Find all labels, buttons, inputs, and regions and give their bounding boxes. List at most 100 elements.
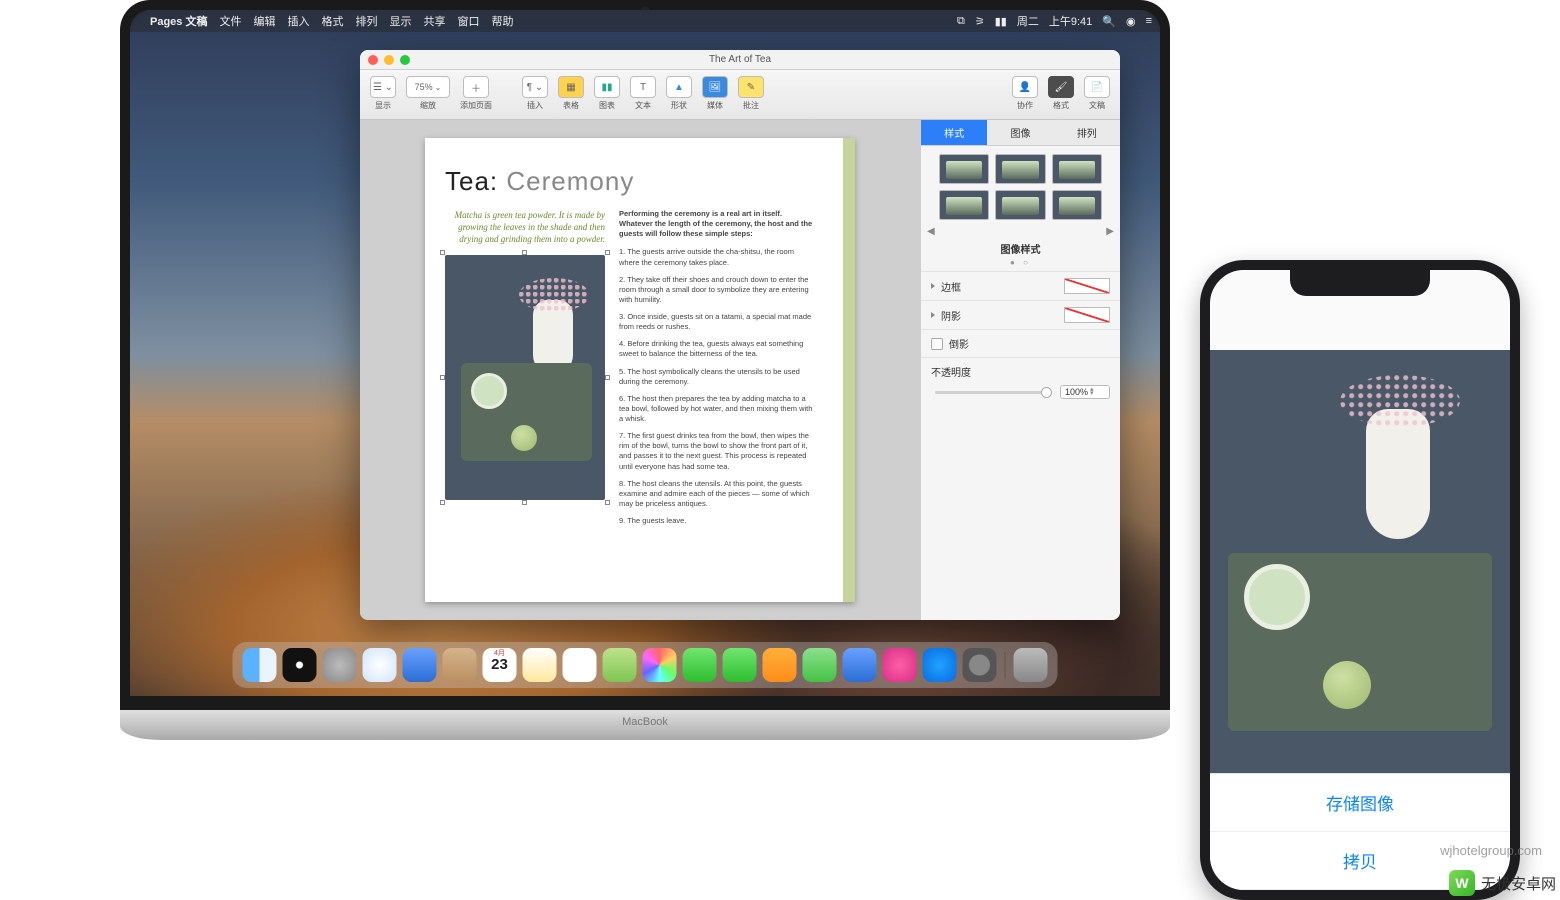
dock-separator: [1005, 652, 1006, 678]
iphone-frame: 存储图像 拷贝: [1200, 260, 1520, 900]
dock-safari-icon[interactable]: [363, 648, 397, 682]
dock-photos-icon[interactable]: [643, 648, 677, 682]
reflection-row[interactable]: 倒影: [921, 329, 1120, 357]
tray-shape: [1228, 553, 1492, 731]
dock-trash-icon[interactable]: [1014, 648, 1048, 682]
dock-calendar-icon[interactable]: 4月23: [483, 648, 517, 682]
dock-siri-icon[interactable]: [283, 648, 317, 682]
site-logo-icon: [1449, 870, 1475, 896]
document-canvas[interactable]: Tea: Ceremony Matcha is green tea powder…: [360, 120, 920, 620]
style-thumb[interactable]: [939, 190, 989, 220]
spotlight-icon[interactable]: 🔍: [1102, 15, 1116, 28]
dock-mail-icon[interactable]: [403, 648, 437, 682]
dock-itunes-icon[interactable]: [883, 648, 917, 682]
pages-window: The Art of Tea ☰ ⌄显示 75%缩放 ＋添加页面 ¶ ⌄插入 ▦…: [360, 50, 1120, 620]
notification-center-icon[interactable]: ≡: [1146, 15, 1152, 27]
shadow-swatch[interactable]: [1064, 307, 1110, 323]
action-save-image[interactable]: 存储图像: [1210, 774, 1510, 832]
zoom-button[interactable]: [400, 55, 410, 65]
menubar-app-name[interactable]: Pages 文稿: [150, 13, 207, 29]
dock-facetime-icon[interactable]: [723, 648, 757, 682]
reflection-checkbox[interactable]: [931, 338, 943, 350]
format-inspector: 样式 图像 排列 ◀▶ 图像样式 ● ○ 边框 阴影 倒影: [920, 120, 1120, 620]
dock-maps-icon[interactable]: [603, 648, 637, 682]
minimize-button[interactable]: [384, 55, 394, 65]
inspector-tab-style[interactable]: 样式: [921, 120, 987, 145]
disclosure-triangle-icon[interactable]: [931, 283, 935, 289]
window-titlebar[interactable]: The Art of Tea: [360, 50, 1120, 70]
menubar: Pages 文稿 文件 编辑 插入 格式 排列 显示 共享 窗口 帮助 ⧉ ⚞ …: [130, 10, 1160, 32]
opacity-slider[interactable]: [935, 391, 1052, 394]
dock-finder-icon[interactable]: [243, 648, 277, 682]
menubar-day[interactable]: 周二: [1017, 13, 1039, 29]
dock-contacts-icon[interactable]: [443, 648, 477, 682]
dock-messages-icon[interactable]: [683, 648, 717, 682]
airplay-icon[interactable]: ⧉: [957, 15, 965, 28]
dock-notes-icon[interactable]: [523, 648, 557, 682]
style-thumb[interactable]: [1052, 154, 1102, 184]
watermark-hotel: wjhotelgroup.com: [1440, 843, 1542, 858]
toolbar-insert[interactable]: ¶ ⌄插入: [520, 74, 550, 113]
toolbar-text[interactable]: T文本: [628, 74, 658, 113]
iphone-notch: [1290, 270, 1430, 296]
dock-keynote-icon[interactable]: [843, 648, 877, 682]
shadow-row[interactable]: 阴影: [921, 300, 1120, 329]
opacity-stepper[interactable]: 100%▴▾: [1060, 385, 1110, 399]
siri-icon[interactable]: ◉: [1126, 15, 1136, 28]
toolbar-collaborate[interactable]: 👤协作: [1010, 74, 1040, 113]
dock-pages-icon[interactable]: [763, 648, 797, 682]
toolbar-format[interactable]: 🖌格式: [1046, 74, 1076, 113]
toolbar-show[interactable]: ☰ ⌄显示: [368, 74, 398, 113]
menu-arrange[interactable]: 排列: [355, 13, 377, 29]
dock: 4月23: [233, 642, 1058, 688]
menu-edit[interactable]: 编辑: [253, 13, 275, 29]
battery-icon[interactable]: ▮▮: [995, 15, 1007, 28]
menu-format[interactable]: 格式: [321, 13, 343, 29]
style-thumb[interactable]: [1052, 190, 1102, 220]
menu-help[interactable]: 帮助: [491, 13, 513, 29]
dock-appstore-icon[interactable]: [923, 648, 957, 682]
vase-shape: [1366, 409, 1430, 539]
inspector-tab-arrange[interactable]: 排列: [1054, 120, 1120, 145]
style-thumb[interactable]: [939, 154, 989, 184]
toolbar-add-page[interactable]: ＋添加页面: [458, 74, 494, 113]
opacity-label: 不透明度: [931, 364, 971, 379]
toolbar-media[interactable]: 🖼媒体: [700, 74, 730, 113]
styles-prev-icon[interactable]: ◀: [927, 226, 935, 237]
toolbar: ☰ ⌄显示 75%缩放 ＋添加页面 ¶ ⌄插入 ▦表格 ▮▮图表 T文本 ▲形状…: [360, 70, 1120, 120]
toolbar-document[interactable]: 📄文稿: [1082, 74, 1112, 113]
selection-handles[interactable]: [442, 252, 608, 503]
window-title: The Art of Tea: [360, 54, 1120, 65]
toolbar-zoom[interactable]: 75%缩放: [404, 74, 452, 113]
dock-launchpad-icon[interactable]: [323, 648, 357, 682]
dock-numbers-icon[interactable]: [803, 648, 837, 682]
toolbar-annotate[interactable]: ✎批注: [736, 74, 766, 113]
inspector-tab-image[interactable]: 图像: [987, 120, 1053, 145]
dock-settings-icon[interactable]: [963, 648, 997, 682]
toolbar-chart[interactable]: ▮▮图表: [592, 74, 622, 113]
toolbar-shape[interactable]: ▲形状: [664, 74, 694, 113]
menu-view[interactable]: 显示: [389, 13, 411, 29]
style-page-dots[interactable]: ● ○: [921, 258, 1120, 267]
iphone-screen: 存储图像 拷贝: [1210, 270, 1510, 890]
styles-next-icon[interactable]: ▶: [1106, 226, 1114, 237]
image-style-thumbnails: [921, 146, 1120, 228]
menu-insert[interactable]: 插入: [287, 13, 309, 29]
dock-reminders-icon[interactable]: [563, 648, 597, 682]
menu-share[interactable]: 共享: [423, 13, 445, 29]
border-row[interactable]: 边框: [921, 271, 1120, 300]
pull-quote: Matcha is green tea powder. It is made b…: [445, 209, 605, 245]
macbook-base: [120, 710, 1170, 740]
macos-desktop: Pages 文稿 文件 编辑 插入 格式 排列 显示 共享 窗口 帮助 ⧉ ⚞ …: [130, 10, 1160, 696]
wifi-icon[interactable]: ⚞: [975, 15, 985, 28]
menubar-time[interactable]: 上午9:41: [1049, 13, 1092, 29]
border-swatch[interactable]: [1064, 278, 1110, 294]
style-thumb[interactable]: [995, 190, 1045, 220]
toolbar-table[interactable]: ▦表格: [556, 74, 586, 113]
iphone-photo-preview[interactable]: [1210, 350, 1510, 773]
close-button[interactable]: [368, 55, 378, 65]
disclosure-triangle-icon[interactable]: [931, 312, 935, 318]
menu-file[interactable]: 文件: [219, 13, 241, 29]
style-thumb[interactable]: [995, 154, 1045, 184]
menu-window[interactable]: 窗口: [457, 13, 479, 29]
